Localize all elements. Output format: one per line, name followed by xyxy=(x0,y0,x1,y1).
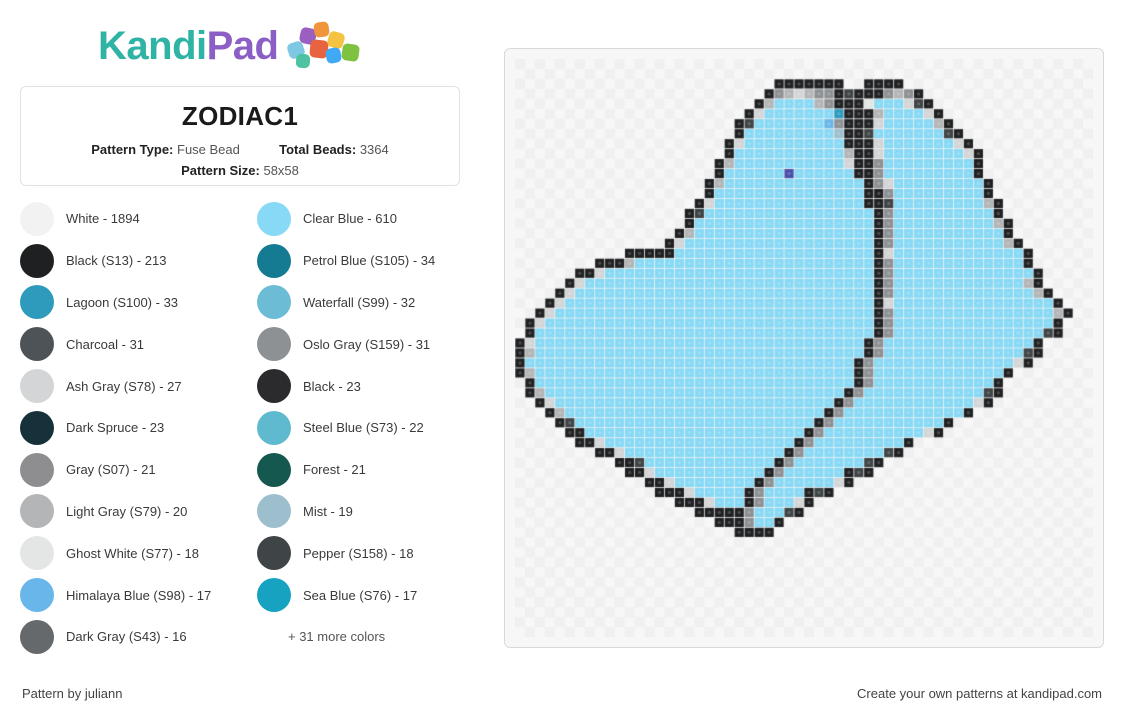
legend-item-label: Sea Blue (S76) - 17 xyxy=(303,587,418,603)
legend-item-label: Pepper (S158) - 18 xyxy=(303,545,414,561)
legend-item-label: Forest - 21 xyxy=(303,462,366,478)
legend-item-label: Dark Spruce - 23 xyxy=(66,420,165,436)
page-title: ZODIAC1 xyxy=(181,101,299,131)
brand-name-pad: Pad xyxy=(206,23,279,68)
logo-bead xyxy=(341,42,361,63)
legend-item[interactable]: White - 1894 xyxy=(20,198,257,240)
color-swatch xyxy=(20,201,54,236)
color-swatch xyxy=(20,369,54,404)
legend-item[interactable]: Black (S13) - 213 xyxy=(20,240,257,282)
total-beads-value: 3364 xyxy=(359,142,389,157)
legend-item-label: Dark Gray (S43) - 16 xyxy=(66,629,187,645)
legend-item[interactable]: Lagoon (S100) - 33 xyxy=(20,282,257,324)
color-swatch xyxy=(257,369,291,404)
pattern-info-card: ZODIAC1 Pattern Type: Fuse Bead Total Be… xyxy=(20,86,460,186)
bead-grid[interactable] xyxy=(515,59,1093,637)
color-swatch xyxy=(257,578,291,613)
legend-item[interactable]: Oslo Gray (S159) - 31 xyxy=(257,323,470,365)
color-swatch xyxy=(20,619,54,654)
pattern-canvas[interactable] xyxy=(504,48,1104,648)
color-swatch xyxy=(20,410,54,445)
legend-item-label: Gray (S07) - 21 xyxy=(66,462,156,478)
pattern-size-label: Pattern Size: xyxy=(181,163,260,178)
color-swatch xyxy=(257,494,291,529)
logo-bead xyxy=(325,46,343,65)
color-swatch xyxy=(20,285,54,320)
legend-item[interactable]: Charcoal - 31 xyxy=(20,323,257,365)
legend-item-label: Clear Blue - 610 xyxy=(303,211,397,227)
legend-item-label: Himalaya Blue (S98) - 17 xyxy=(66,587,212,603)
legend-item[interactable]: Ghost White (S77) - 18 xyxy=(20,532,257,574)
logo-bead xyxy=(296,53,311,69)
color-swatch xyxy=(257,285,291,320)
pattern-size-value: 58x58 xyxy=(263,163,299,178)
color-swatch xyxy=(257,201,291,236)
legend-item-label: Ash Gray (S78) - 27 xyxy=(66,378,182,394)
color-swatch xyxy=(20,578,54,613)
legend-item-label: Ghost White (S77) - 18 xyxy=(66,545,199,561)
legend-item[interactable]: Light Gray (S79) - 20 xyxy=(20,491,257,533)
pattern-meta-row-2: Pattern Size: 58x58 xyxy=(21,163,459,178)
pattern-type-label: Pattern Type: xyxy=(91,142,174,157)
legend-item[interactable]: Mist - 19 xyxy=(257,491,470,533)
legend-item[interactable]: Waterfall (S99) - 32 xyxy=(257,282,470,324)
color-swatch xyxy=(20,494,54,529)
legend-item[interactable]: Petrol Blue (S105) - 34 xyxy=(257,240,470,282)
legend-item[interactable]: Dark Spruce - 23 xyxy=(20,407,257,449)
brand-logo: KandiPad xyxy=(98,21,366,70)
legend-item[interactable]: Dark Gray (S43) - 16 xyxy=(20,616,257,658)
color-swatch xyxy=(257,410,291,445)
legend-item[interactable]: Himalaya Blue (S98) - 17 xyxy=(20,574,257,616)
legend-item-label: Black (S13) - 213 xyxy=(66,253,167,269)
legend-item-label: White - 1894 xyxy=(66,211,140,227)
footer-attribution: Pattern by juliann xyxy=(22,686,123,701)
legend-item[interactable]: Black - 23 xyxy=(257,365,470,407)
total-beads-label: Total Beads: xyxy=(279,142,357,157)
legend-item-label: Waterfall (S99) - 32 xyxy=(303,294,416,310)
legend-item-label: Light Gray (S79) - 20 xyxy=(66,503,188,519)
legend-item-label: Mist - 19 xyxy=(303,503,353,519)
brand-name-kandi: Kandi xyxy=(98,23,207,68)
legend-item[interactable]: Ash Gray (S78) - 27 xyxy=(20,365,257,407)
brand-logo-text: KandiPad xyxy=(98,23,279,69)
legend-item-label: Oslo Gray (S159) - 31 xyxy=(303,336,431,352)
page-root: KandiPad ZODIAC1 Pattern Type: Fuse Bead… xyxy=(0,0,1124,720)
footer-promo: Create your own patterns at kandipad.com xyxy=(857,686,1102,701)
color-swatch xyxy=(20,243,54,278)
color-swatch xyxy=(20,536,54,571)
color-swatch xyxy=(257,536,291,571)
legend-item[interactable]: Clear Blue - 610 xyxy=(257,198,470,240)
legend-item-label: Charcoal - 31 xyxy=(66,336,145,352)
legend-item[interactable]: Forest - 21 xyxy=(257,449,470,491)
legend-item-label: Petrol Blue (S105) - 34 xyxy=(303,253,436,269)
more-colors-label[interactable]: + 31 more colors xyxy=(257,616,470,658)
color-legend: White - 1894 Clear Blue - 610 Black (S13) … xyxy=(20,198,470,658)
legend-item[interactable]: Pepper (S158) - 18 xyxy=(257,532,470,574)
legend-item[interactable]: Steel Blue (S73) - 22 xyxy=(257,407,470,449)
color-swatch xyxy=(257,452,291,487)
legend-item[interactable]: Gray (S07) - 21 xyxy=(20,449,257,491)
legend-item-label: Black - 23 xyxy=(303,378,361,394)
pattern-canvas-inner xyxy=(515,59,1093,637)
pattern-type-value: Fuse Bead xyxy=(177,142,240,157)
color-swatch xyxy=(257,327,291,362)
legend-item-label: Steel Blue (S73) - 22 xyxy=(303,420,424,436)
pattern-meta-row-1: Pattern Type: Fuse Bead Total Beads: 336… xyxy=(21,142,459,157)
legend-item[interactable]: Sea Blue (S76) - 17 xyxy=(257,574,470,616)
legend-item-label: Lagoon (S100) - 33 xyxy=(66,294,179,310)
color-swatch xyxy=(257,243,291,278)
bead-cluster-icon xyxy=(286,21,366,70)
color-swatch xyxy=(20,327,54,362)
color-swatch xyxy=(20,452,54,487)
